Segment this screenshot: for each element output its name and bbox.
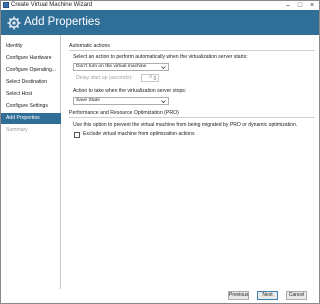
section-divider xyxy=(69,50,315,51)
wizard-nav: Identity Configure Hardware Configure Op… xyxy=(1,35,61,289)
stop-action-dropdown[interactable]: Save State xyxy=(73,97,169,105)
header-banner: Add Properties xyxy=(1,10,319,35)
title-bar: Create Virtual Machine Wizard – □ × xyxy=(1,1,319,10)
gear-icon xyxy=(7,16,21,30)
page-title: Add Properties xyxy=(24,16,101,28)
nav-item-summary: Summary xyxy=(6,127,28,133)
content-pane: Automatic actions Select an action to pe… xyxy=(62,35,319,289)
pro-description: Use this option to prevent the virtual m… xyxy=(73,122,298,128)
start-action-prompt: Select an action to perform automaticall… xyxy=(73,54,248,60)
nav-item-select-destination[interactable]: Select Destination xyxy=(1,77,61,88)
delay-startup-stepper[interactable]: 0 xyxy=(141,74,159,82)
delay-startup-value: 0 xyxy=(149,75,152,80)
window-title: Create Virtual Machine Wizard xyxy=(11,2,93,8)
nav-item-configure-settings[interactable]: Configure Settings xyxy=(1,101,61,112)
app-icon xyxy=(3,2,9,8)
exclude-optimization-checkbox[interactable] xyxy=(74,132,80,138)
nav-item-configure-operating-system[interactable]: Configure Operating... xyxy=(1,65,61,76)
automatic-actions-heading: Automatic actions xyxy=(69,43,110,49)
nav-item-select-host[interactable]: Select Host xyxy=(1,89,61,100)
previous-button[interactable]: Previous xyxy=(228,291,249,300)
next-button[interactable]: Next xyxy=(257,291,278,300)
start-action-dropdown[interactable]: Don't turn on the virtual machine xyxy=(73,63,169,71)
nav-item-configure-hardware[interactable]: Configure Hardware xyxy=(1,53,61,64)
wizard-window: Create Virtual Machine Wizard – □ × Add … xyxy=(0,0,320,304)
wizard-footer: Previous Next Cancel xyxy=(1,289,319,303)
section-divider xyxy=(69,117,315,118)
maximize-button[interactable]: □ xyxy=(294,1,306,10)
exclude-optimization-label[interactable]: Exclude virtual machine from optimizatio… xyxy=(83,131,195,138)
close-button[interactable]: × xyxy=(306,1,318,10)
pro-heading: Performance and Resource Optimization (P… xyxy=(69,110,179,116)
stop-action-value: Save State xyxy=(76,98,100,103)
nav-item-identity[interactable]: Identity xyxy=(1,41,61,52)
nav-item-add-properties[interactable]: Add Properties xyxy=(1,113,61,124)
chevron-down-icon xyxy=(161,100,166,104)
spin-arrows-icon xyxy=(153,75,157,81)
start-action-value: Don't turn on the virtual machine xyxy=(76,64,147,69)
delay-startup-label: Delay start up (seconds): xyxy=(76,75,133,81)
stop-action-prompt: Action to take when the virtualization s… xyxy=(73,88,187,94)
chevron-down-icon xyxy=(161,66,166,70)
cancel-button[interactable]: Cancel xyxy=(286,291,307,300)
minimize-button[interactable]: – xyxy=(282,1,294,10)
